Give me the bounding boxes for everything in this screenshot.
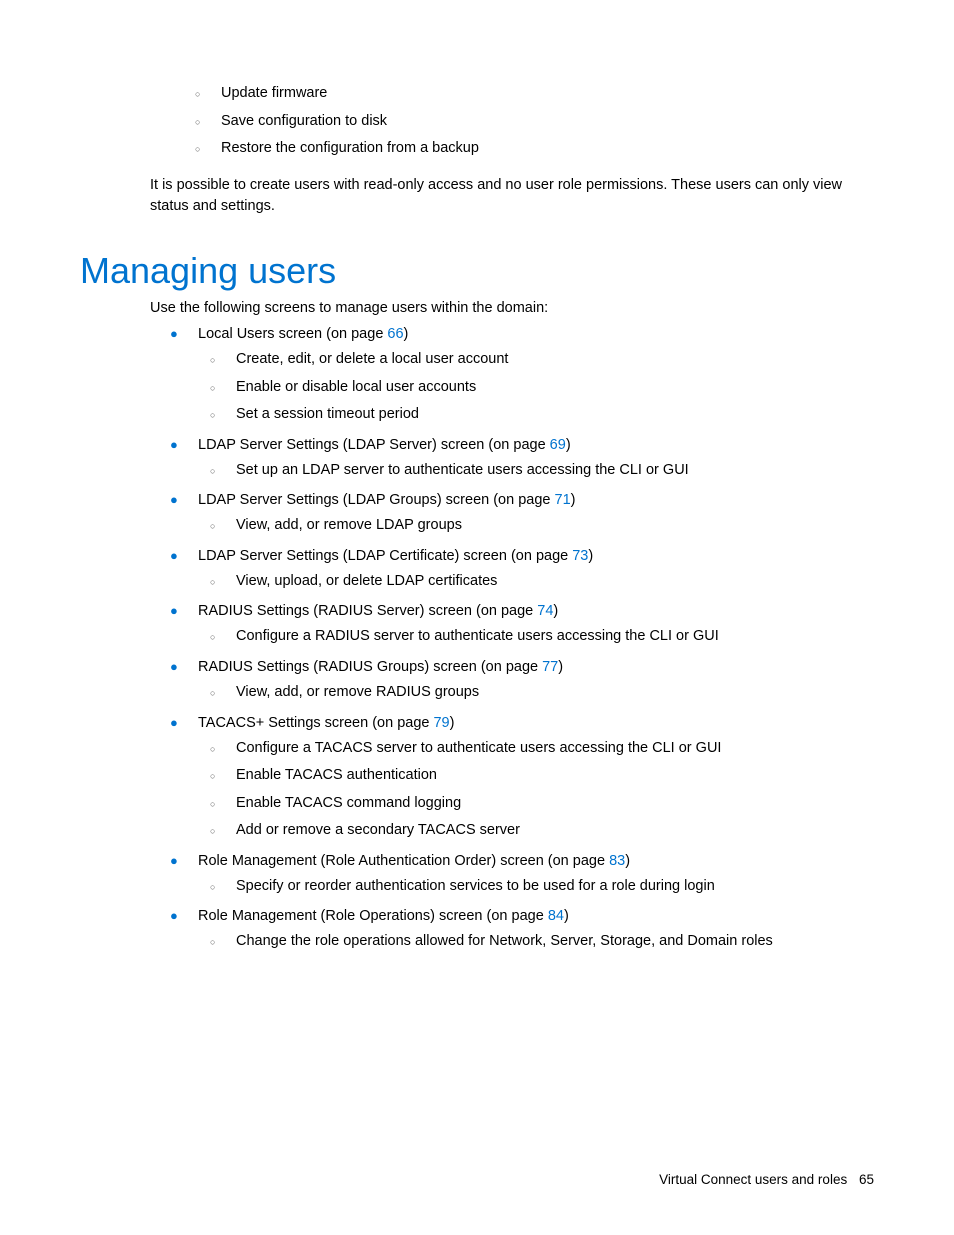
disc-bullet-icon: ● xyxy=(170,603,178,618)
list-text: Specify or reorder authentication servic… xyxy=(236,873,715,901)
list-text: View, upload, or delete LDAP certificate… xyxy=(236,568,497,596)
circle-bullet-icon: ○ xyxy=(210,518,218,535)
disc-bullet-icon: ● xyxy=(170,908,178,923)
disc-bullet-icon: ● xyxy=(170,715,178,730)
list-text: LDAP Server Settings (LDAP Certificate) … xyxy=(198,548,593,564)
list-item: ○ View, upload, or delete LDAP certificat… xyxy=(210,568,874,596)
list-text: View, add, or remove LDAP groups xyxy=(236,512,462,540)
disc-bullet-icon: ● xyxy=(170,853,178,868)
list-text: Enable or disable local user accounts xyxy=(236,374,476,402)
page-ref-link[interactable]: 69 xyxy=(550,437,566,453)
list-text: Role Management (Role Operations) screen… xyxy=(198,908,569,924)
list-item: ○ Enable or disable local user accounts xyxy=(210,374,874,402)
list-item: ○ Add or remove a secondary TACACS server xyxy=(210,817,874,845)
disc-bullet-icon: ● xyxy=(170,437,178,452)
page-ref-link[interactable]: 84 xyxy=(548,908,564,924)
list-text: Local Users screen (on page 66) xyxy=(198,326,408,342)
circle-bullet-icon: ○ xyxy=(195,141,203,158)
list-item: ○ Enable TACACS authentication xyxy=(210,762,874,790)
disc-bullet-icon: ● xyxy=(170,492,178,507)
list-item: ○ Specify or reorder authentication servi… xyxy=(210,873,874,901)
footer-text: Virtual Connect users and roles xyxy=(659,1172,847,1187)
list-text: Set a session timeout period xyxy=(236,401,419,429)
list-text: RADIUS Settings (RADIUS Server) screen (… xyxy=(198,603,558,619)
list-item: ● LDAP Server Settings (LDAP Certificate)… xyxy=(170,548,874,564)
list-item: ○ Restore the configuration from a backu… xyxy=(195,135,874,163)
list-text: LDAP Server Settings (LDAP Groups) scree… xyxy=(198,492,576,508)
list-text: Save configuration to disk xyxy=(221,108,387,136)
list-text: Create, edit, or delete a local user acc… xyxy=(236,346,508,374)
page-ref-link[interactable]: 83 xyxy=(609,853,625,869)
circle-bullet-icon: ○ xyxy=(210,685,218,702)
list-text: Update firmware xyxy=(221,80,327,108)
list-text: Set up an LDAP server to authenticate us… xyxy=(236,457,689,485)
list-item: ● Role Management (Role Authentication Or… xyxy=(170,853,874,869)
circle-bullet-icon: ○ xyxy=(195,114,203,131)
list-text: Configure a RADIUS server to authenticat… xyxy=(236,623,719,651)
circle-bullet-icon: ○ xyxy=(210,768,218,785)
circle-bullet-icon: ○ xyxy=(210,352,218,369)
disc-bullet-icon: ● xyxy=(170,326,178,341)
page-footer: Virtual Connect users and roles 65 xyxy=(659,1172,874,1187)
list-item: ○ Configure a TACACS server to authentica… xyxy=(210,735,874,763)
circle-bullet-icon: ○ xyxy=(210,741,218,758)
page-ref-link[interactable]: 74 xyxy=(537,603,553,619)
circle-bullet-icon: ○ xyxy=(210,934,218,951)
list-text: Change the role operations allowed for N… xyxy=(236,928,773,956)
disc-bullet-icon: ● xyxy=(170,659,178,674)
footer-page-number: 65 xyxy=(859,1172,874,1187)
list-item: ● Role Management (Role Operations) scree… xyxy=(170,908,874,924)
circle-bullet-icon: ○ xyxy=(210,879,218,896)
disc-bullet-icon: ● xyxy=(170,548,178,563)
list-item: ● RADIUS Settings (RADIUS Server) screen … xyxy=(170,603,874,619)
list-item: ○ View, add, or remove LDAP groups xyxy=(210,512,874,540)
list-item: ○ Create, edit, or delete a local user ac… xyxy=(210,346,874,374)
list-text: Role Management (Role Authentication Ord… xyxy=(198,853,630,869)
list-text: RADIUS Settings (RADIUS Groups) screen (… xyxy=(198,659,563,675)
list-text: TACACS+ Settings screen (on page 79) xyxy=(198,715,454,731)
circle-bullet-icon: ○ xyxy=(210,380,218,397)
page-ref-link[interactable]: 71 xyxy=(555,492,571,508)
list-item: ○ Change the role operations allowed for … xyxy=(210,928,874,956)
list-item: ○ Update firmware xyxy=(195,80,874,108)
circle-bullet-icon: ○ xyxy=(210,796,218,813)
page-ref-link[interactable]: 66 xyxy=(387,326,403,342)
list-item: ○ Save configuration to disk xyxy=(195,108,874,136)
list-text: View, add, or remove RADIUS groups xyxy=(236,679,479,707)
list-item: ○ Enable TACACS command logging xyxy=(210,790,874,818)
list-item: ○ Configure a RADIUS server to authentica… xyxy=(210,623,874,651)
page-ref-link[interactable]: 77 xyxy=(542,659,558,675)
list-item: ● LDAP Server Settings (LDAP Groups) scre… xyxy=(170,492,874,508)
list-text: Configure a TACACS server to authenticat… xyxy=(236,735,721,763)
list-item: ● TACACS+ Settings screen (on page 79) xyxy=(170,715,874,731)
list-item: ● Local Users screen (on page 66) xyxy=(170,326,874,342)
circle-bullet-icon: ○ xyxy=(210,574,218,591)
section-heading: Managing users xyxy=(80,250,874,292)
circle-bullet-icon: ○ xyxy=(210,463,218,480)
list-item: ● LDAP Server Settings (LDAP Server) scre… xyxy=(170,437,874,453)
list-item: ○ Set up an LDAP server to authenticate u… xyxy=(210,457,874,485)
intro-paragraph: Use the following screens to manage user… xyxy=(150,300,874,316)
list-item: ● RADIUS Settings (RADIUS Groups) screen … xyxy=(170,659,874,675)
list-text: Add or remove a secondary TACACS server xyxy=(236,817,520,845)
list-text: LDAP Server Settings (LDAP Server) scree… xyxy=(198,437,571,453)
body-paragraph: It is possible to create users with read… xyxy=(150,175,874,219)
circle-bullet-icon: ○ xyxy=(210,407,218,424)
page-ref-link[interactable]: 73 xyxy=(572,548,588,564)
page-ref-link[interactable]: 79 xyxy=(433,715,449,731)
circle-bullet-icon: ○ xyxy=(210,823,218,840)
list-item: ○ Set a session timeout period xyxy=(210,401,874,429)
list-text: Restore the configuration from a backup xyxy=(221,135,479,163)
list-item: ○ View, add, or remove RADIUS groups xyxy=(210,679,874,707)
list-text: Enable TACACS command logging xyxy=(236,790,461,818)
circle-bullet-icon: ○ xyxy=(195,86,203,103)
list-text: Enable TACACS authentication xyxy=(236,762,437,790)
circle-bullet-icon: ○ xyxy=(210,629,218,646)
